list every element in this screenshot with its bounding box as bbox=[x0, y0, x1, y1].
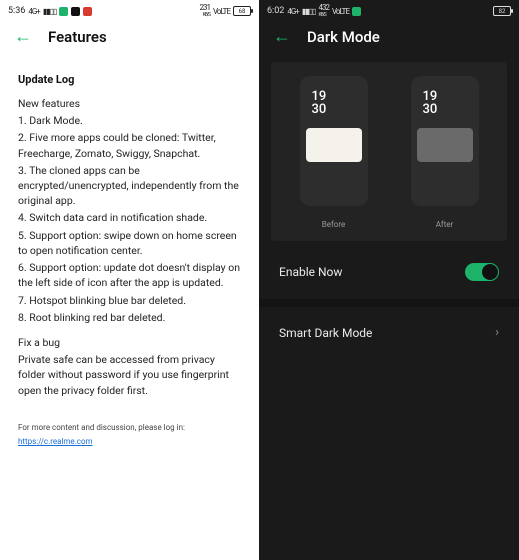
feature-list: 1. Dark Mode. 2. Five more apps could be… bbox=[18, 113, 241, 325]
feature-item: 6. Support option: update dot doesn't di… bbox=[18, 260, 241, 290]
battery-icon: 68 bbox=[233, 6, 251, 16]
data-rate-unit: KB/S bbox=[318, 12, 325, 18]
preview-notif-dark bbox=[417, 128, 473, 162]
feature-item: 2. Five more apps could be cloned: Twitt… bbox=[18, 130, 241, 160]
data-rate: 432 bbox=[318, 3, 329, 12]
status-left: 6:02 4G+ ▮▮▯▯ 432 KB/S VoLTE bbox=[267, 5, 361, 18]
volte-icon: VoLTE bbox=[213, 7, 230, 16]
enable-now-row[interactable]: Enable Now bbox=[259, 245, 519, 299]
scroll-content[interactable]: Update Log New features 1. Dark Mode. 2.… bbox=[0, 56, 259, 459]
preview-time: 19 30 bbox=[423, 90, 438, 116]
status-right: 231 KB/S VoLTE 68 bbox=[199, 5, 251, 18]
status-time: 5:36 bbox=[8, 6, 25, 16]
preview-notif-light bbox=[306, 128, 362, 162]
status-right: 82 bbox=[493, 6, 511, 16]
fix-bug-text: Private safe can be accessed from privac… bbox=[18, 352, 241, 398]
footer-note: For more content and discussion, please … bbox=[18, 422, 241, 434]
back-arrow-icon[interactable]: ← bbox=[273, 28, 291, 46]
battery-icon: 82 bbox=[493, 6, 511, 16]
phone-dark-mode: 6:02 4G+ ▮▮▯▯ 432 KB/S VoLTE 82 ← Dark M… bbox=[259, 0, 519, 560]
app-icon-1 bbox=[59, 7, 68, 16]
status-left: 5:36 4G+ ▮▮▯▯ bbox=[8, 6, 92, 16]
preview-phone-before: 19 30 bbox=[300, 76, 368, 206]
after-label: After bbox=[436, 220, 454, 229]
app-icon-2 bbox=[71, 7, 80, 16]
app-icon bbox=[352, 7, 361, 16]
preview-after: 19 30 After bbox=[411, 76, 479, 229]
feature-item: 4. Switch data card in notification shad… bbox=[18, 210, 241, 225]
feature-item: 8. Root blinking red bar deleted. bbox=[18, 310, 241, 325]
new-features-label: New features bbox=[18, 96, 241, 111]
network-label: 4G+ bbox=[287, 7, 298, 16]
feature-item: 1. Dark Mode. bbox=[18, 113, 241, 128]
back-arrow-icon[interactable]: ← bbox=[14, 28, 32, 46]
divider bbox=[259, 299, 519, 307]
enable-now-toggle[interactable] bbox=[465, 263, 499, 281]
footer-link[interactable]: https://c.realme.com bbox=[18, 437, 93, 446]
preview-phone-after: 19 30 bbox=[411, 76, 479, 206]
app-icon-3 bbox=[83, 7, 92, 16]
chevron-right-icon: › bbox=[495, 325, 499, 340]
status-bar: 5:36 4G+ ▮▮▯▯ 231 KB/S VoLTE 68 bbox=[0, 0, 259, 22]
enable-now-label: Enable Now bbox=[279, 265, 342, 279]
page-title: Dark Mode bbox=[307, 28, 380, 46]
header: ← Features bbox=[0, 22, 259, 56]
data-rate-unit: KB/S bbox=[203, 12, 210, 18]
network-label: 4G+ bbox=[28, 7, 39, 16]
header: ← Dark Mode bbox=[259, 22, 519, 56]
scroll-content[interactable]: 19 30 Before 19 30 After Enable Now Smar… bbox=[259, 56, 519, 560]
page-title: Features bbox=[48, 28, 107, 46]
preview-time: 19 30 bbox=[312, 90, 327, 116]
feature-item: 3. The cloned apps can be encrypted/unen… bbox=[18, 163, 241, 209]
smart-dark-mode-row[interactable]: Smart Dark Mode › bbox=[259, 307, 519, 358]
data-rate: 231 bbox=[199, 3, 210, 12]
phone-features: 5:36 4G+ ▮▮▯▯ 231 KB/S VoLTE 68 ← Featur… bbox=[0, 0, 259, 560]
update-log-heading: Update Log bbox=[18, 72, 241, 88]
status-bar: 6:02 4G+ ▮▮▯▯ 432 KB/S VoLTE 82 bbox=[259, 0, 519, 22]
feature-item: 5. Support option: swipe down on home sc… bbox=[18, 228, 241, 258]
signal-icon: ▮▮▯▯ bbox=[43, 7, 57, 16]
battery-level: 68 bbox=[239, 8, 246, 15]
before-label: Before bbox=[322, 220, 345, 229]
feature-item: 7. Hotspot blinking blue bar deleted. bbox=[18, 293, 241, 308]
preview-before: 19 30 Before bbox=[300, 76, 368, 229]
signal-icon: ▮▮▯▯ bbox=[302, 7, 316, 16]
volte-icon: VoLTE bbox=[332, 7, 349, 16]
smart-dark-mode-label: Smart Dark Mode bbox=[279, 326, 372, 340]
status-time: 6:02 bbox=[267, 6, 284, 16]
preview-pane: 19 30 Before 19 30 After bbox=[271, 62, 507, 241]
fix-bug-label: Fix a bug bbox=[18, 335, 241, 350]
battery-level: 82 bbox=[499, 8, 506, 15]
